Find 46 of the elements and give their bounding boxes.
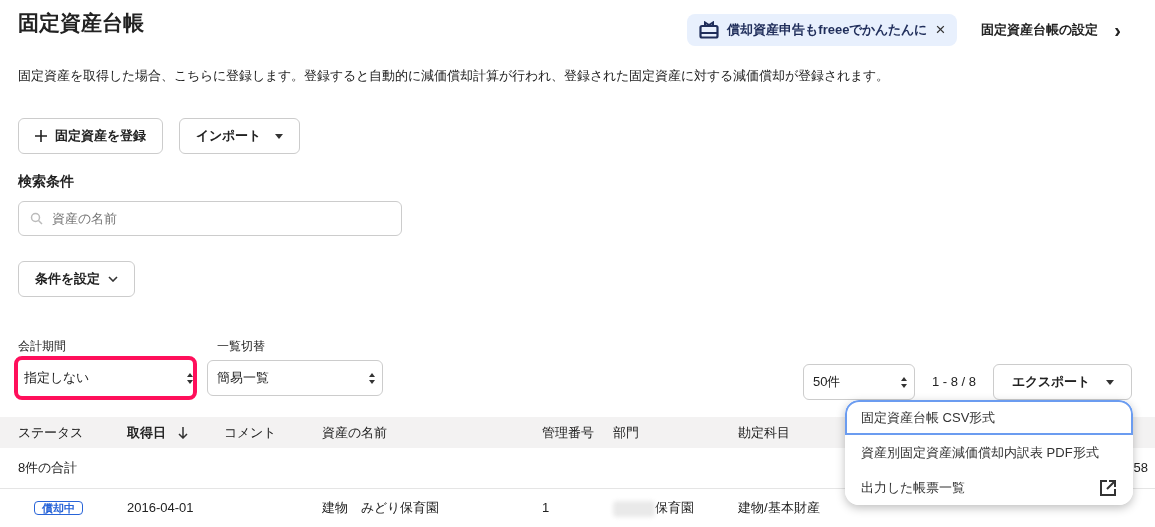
close-button[interactable]: × xyxy=(935,21,946,39)
page-range: 1 - 8 / 8 xyxy=(931,373,976,392)
import-button[interactable]: インポート xyxy=(179,118,300,154)
conditions-button[interactable]: 条件を設定 xyxy=(18,261,135,297)
column-header[interactable]: 管理番号 xyxy=(524,417,595,448)
column-header[interactable]: コメント xyxy=(206,417,304,448)
page-title: 固定資産台帳 xyxy=(18,10,144,36)
total-value: 58 xyxy=(1133,460,1148,475)
updown-icon xyxy=(900,376,907,388)
select-field[interactable]: 簡易一覧 xyxy=(207,360,383,396)
column-header[interactable]: 部門 xyxy=(595,417,720,448)
select-field[interactable]: 指定しない xyxy=(14,356,197,400)
sort-down-icon xyxy=(177,427,188,440)
updown-icon xyxy=(187,372,193,384)
field-label: 会計期間 xyxy=(18,338,67,355)
menu-item[interactable]: 出力した帳票一覧 xyxy=(845,470,1133,505)
status-badge: 償却中 xyxy=(34,501,83,516)
search-icon xyxy=(30,212,43,225)
date-cell: 2016-04-01 xyxy=(127,500,194,516)
menu-item[interactable]: 資産別固定資産減価償却内訳表 PDF形式 xyxy=(845,435,1133,470)
department-cell: 保育園 xyxy=(655,500,694,516)
settings-link[interactable]: 固定資産台帳の設定 › xyxy=(981,19,1121,40)
column-header[interactable]: ステータス xyxy=(0,417,109,448)
total-label: 8件の合計 xyxy=(18,460,78,475)
section-heading: 検索条件 xyxy=(18,172,75,191)
add-button[interactable]: 固定資産を登録 xyxy=(18,118,163,154)
gift-icon xyxy=(699,20,720,39)
asset-name-cell: 建物 みどり保育園 xyxy=(322,500,439,516)
plus-icon xyxy=(35,130,47,142)
external-link-icon xyxy=(1099,478,1117,497)
menu-item[interactable]: 固定資産台帳 CSV形式 xyxy=(845,400,1133,435)
updown-icon xyxy=(369,372,375,384)
banner-text: 償却資産申告もfreeeでかんたんに xyxy=(727,21,928,39)
column-header[interactable]: 取得日 xyxy=(109,417,206,448)
search-field[interactable]: 資産の名前 xyxy=(18,201,402,236)
caret-icon xyxy=(275,133,283,139)
column-header[interactable]: 勘定科目 xyxy=(720,417,840,448)
field-label: 一覧切替 xyxy=(217,338,266,355)
export-button[interactable]: エクスポート xyxy=(993,364,1132,400)
column-header[interactable]: 資産の名前 xyxy=(304,417,524,448)
description-text: 固定資産を取得した場合、こちらに登録します。登録すると自動的に減価償却計算が行われ、登録された固定資産に対する減価償却が登録されます。 xyxy=(18,66,890,85)
account-cell: 建物/基本財産 xyxy=(738,500,820,516)
number-cell: 1 xyxy=(542,500,550,516)
per-page-select[interactable]: 50件 xyxy=(802,364,915,400)
chevron-icon xyxy=(108,276,118,282)
caret-icon xyxy=(1105,379,1114,385)
